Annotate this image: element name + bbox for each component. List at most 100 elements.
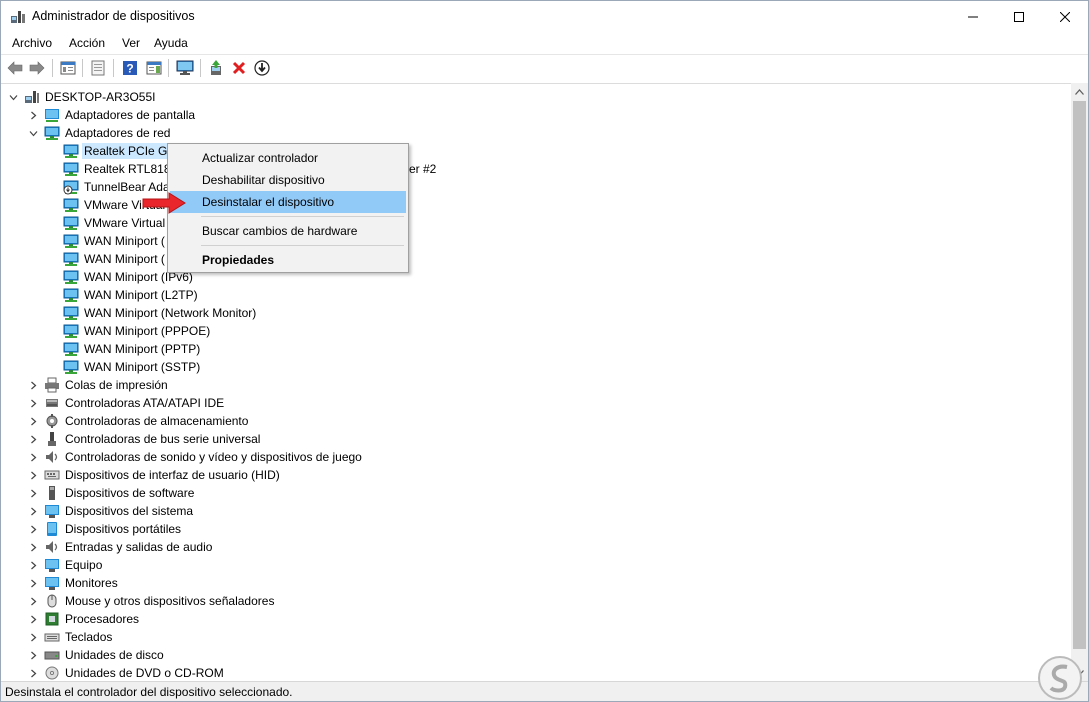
menu-archivo[interactable]: Archivo: [12, 36, 52, 50]
close-icon: [1060, 11, 1070, 22]
tree-category[interactable]: Controladoras ATA/ATAPI IDE: [27, 394, 226, 412]
tree-device[interactable]: WAN Miniport (L2TP): [46, 286, 200, 304]
properties-button[interactable]: [88, 58, 108, 78]
status-bar: Desinstala el controlador del dispositiv…: [1, 681, 1088, 701]
network-adapter-icon: [63, 269, 79, 285]
minimize-button[interactable]: [950, 1, 996, 32]
expand-icon[interactable]: [27, 556, 39, 574]
update-driver-button[interactable]: [206, 58, 226, 78]
uninstall-button[interactable]: [229, 58, 249, 78]
menu-item-scan-hardware[interactable]: Buscar cambios de hardware: [170, 220, 406, 242]
toolbar-separator: [200, 59, 201, 77]
computer-icon: [44, 557, 60, 573]
menu-item-properties[interactable]: Propiedades: [170, 249, 406, 271]
expand-icon[interactable]: [27, 520, 39, 538]
expand-icon[interactable]: [27, 502, 39, 520]
tree-category[interactable]: Colas de impresión: [27, 376, 170, 394]
tree-device[interactable]: WAN Miniport (Network Monitor): [46, 304, 258, 322]
download-button[interactable]: [252, 58, 272, 78]
chevron-up-icon: [1075, 88, 1084, 95]
forward-button[interactable]: [27, 58, 47, 78]
tree-category[interactable]: Entradas y salidas de audio: [27, 538, 214, 556]
tree-category[interactable]: Monitores: [27, 574, 120, 592]
tree-category[interactable]: Dispositivos de interfaz de usuario (HID…: [27, 466, 282, 484]
scroll-thumb[interactable]: [1073, 101, 1086, 649]
expand-icon[interactable]: [27, 448, 39, 466]
expand-icon[interactable]: [27, 412, 39, 430]
tree-device[interactable]: WAN Miniport (SSTP): [46, 358, 202, 376]
tree-category[interactable]: Controladoras de bus serie universal: [27, 430, 262, 448]
tree-device[interactable]: WAN Miniport (PPTP): [46, 340, 202, 358]
tree-device[interactable]: Realtek RTL8188 pter #2: [46, 160, 436, 178]
tree-device[interactable]: WAN Miniport (: [46, 232, 167, 250]
tree-root[interactable]: DESKTOP-AR3O55I: [7, 88, 157, 106]
expand-icon[interactable]: [27, 592, 39, 610]
tree-device[interactable]: WAN Miniport (PPPOE): [46, 322, 212, 340]
expand-icon[interactable]: [27, 394, 39, 412]
expand-icon[interactable]: [27, 376, 39, 394]
tree-category[interactable]: Dispositivos portátiles: [27, 520, 183, 538]
show-hide-tree-button[interactable]: [58, 58, 78, 78]
expand-icon[interactable]: [27, 664, 39, 681]
tree-category[interactable]: Teclados: [27, 628, 114, 646]
tree-device[interactable]: Realtek PCIe GB: [46, 142, 178, 160]
tree-device[interactable]: WAN Miniport (: [46, 250, 167, 268]
expand-icon[interactable]: [27, 106, 39, 124]
tree-category[interactable]: Dispositivos de software: [27, 484, 196, 502]
tree-item-label: Controladoras de sonido y vídeo y dispos…: [65, 450, 362, 464]
tree-category[interactable]: Mouse y otros dispositivos señaladores: [27, 592, 276, 610]
collapse-icon[interactable]: [7, 88, 19, 106]
tree-category[interactable]: Unidades de DVD o CD-ROM: [27, 664, 226, 681]
network-adapter-icon: [63, 197, 79, 213]
scroll-up-button[interactable]: [1071, 83, 1088, 100]
tree-category[interactable]: Controladoras de almacenamiento: [27, 412, 250, 430]
hid-icon: [44, 467, 60, 483]
toolbar-separator: [113, 59, 114, 77]
monitor-icon: [44, 575, 60, 591]
tree-category[interactable]: Unidades de disco: [27, 646, 166, 664]
red-arrow-pointer-icon: [142, 192, 186, 214]
expand-icon[interactable]: [27, 466, 39, 484]
maximize-button[interactable]: [996, 1, 1042, 32]
tree-item-label: Adaptadores de red: [65, 126, 171, 140]
network-adapter-icon: [63, 161, 79, 177]
menu-item-uninstall-device[interactable]: Desinstalar el dispositivo: [170, 191, 406, 213]
vertical-scrollbar[interactable]: [1071, 83, 1088, 681]
tree-item-label: Dispositivos de software: [65, 486, 195, 500]
minimize-icon: [968, 16, 978, 17]
sound-icon: [44, 449, 60, 465]
help-button[interactable]: ?: [120, 58, 140, 78]
expand-icon[interactable]: [27, 574, 39, 592]
tree-category[interactable]: Equipo: [27, 556, 104, 574]
tree-category[interactable]: Adaptadores de pantalla: [27, 106, 197, 124]
collapse-icon[interactable]: [27, 124, 39, 142]
scan-hardware-button[interactable]: [175, 58, 195, 78]
expand-icon[interactable]: [27, 628, 39, 646]
system-device-icon: [44, 503, 60, 519]
action-pane-button[interactable]: [144, 58, 164, 78]
expand-icon[interactable]: [27, 484, 39, 502]
tree-item-label: WAN Miniport (L2TP): [84, 288, 198, 302]
expand-icon[interactable]: [27, 538, 39, 556]
tree-category[interactable]: Dispositivos del sistema: [27, 502, 195, 520]
network-adapter-icon: [63, 251, 79, 267]
back-button[interactable]: [5, 58, 25, 78]
menu-item-update-driver[interactable]: Actualizar controlador: [170, 147, 406, 169]
expand-icon[interactable]: [27, 430, 39, 448]
portable-device-icon: [44, 521, 60, 537]
expand-icon[interactable]: [27, 646, 39, 664]
tree-category[interactable]: Controladoras de sonido y vídeo y dispos…: [27, 448, 364, 466]
close-button[interactable]: [1042, 1, 1088, 32]
tree-category[interactable]: Procesadores: [27, 610, 141, 628]
action-pane-icon: [146, 61, 162, 75]
expand-icon[interactable]: [27, 610, 39, 628]
device-tree: DESKTOP-AR3O55I Adaptadores de pantalla A…: [1, 83, 1071, 681]
title-bar[interactable]: Administrador de dispositivos: [1, 1, 1088, 32]
tree-category[interactable]: Adaptadores de red: [27, 124, 172, 142]
menu-accion[interactable]: Acción: [69, 36, 105, 50]
menu-item-disable-device[interactable]: Deshabilitar dispositivo: [170, 169, 406, 191]
menu-ver[interactable]: Ver: [122, 36, 140, 50]
tree-device[interactable]: VMware Virtual: [46, 214, 167, 232]
menu-ayuda[interactable]: Ayuda: [154, 36, 188, 50]
